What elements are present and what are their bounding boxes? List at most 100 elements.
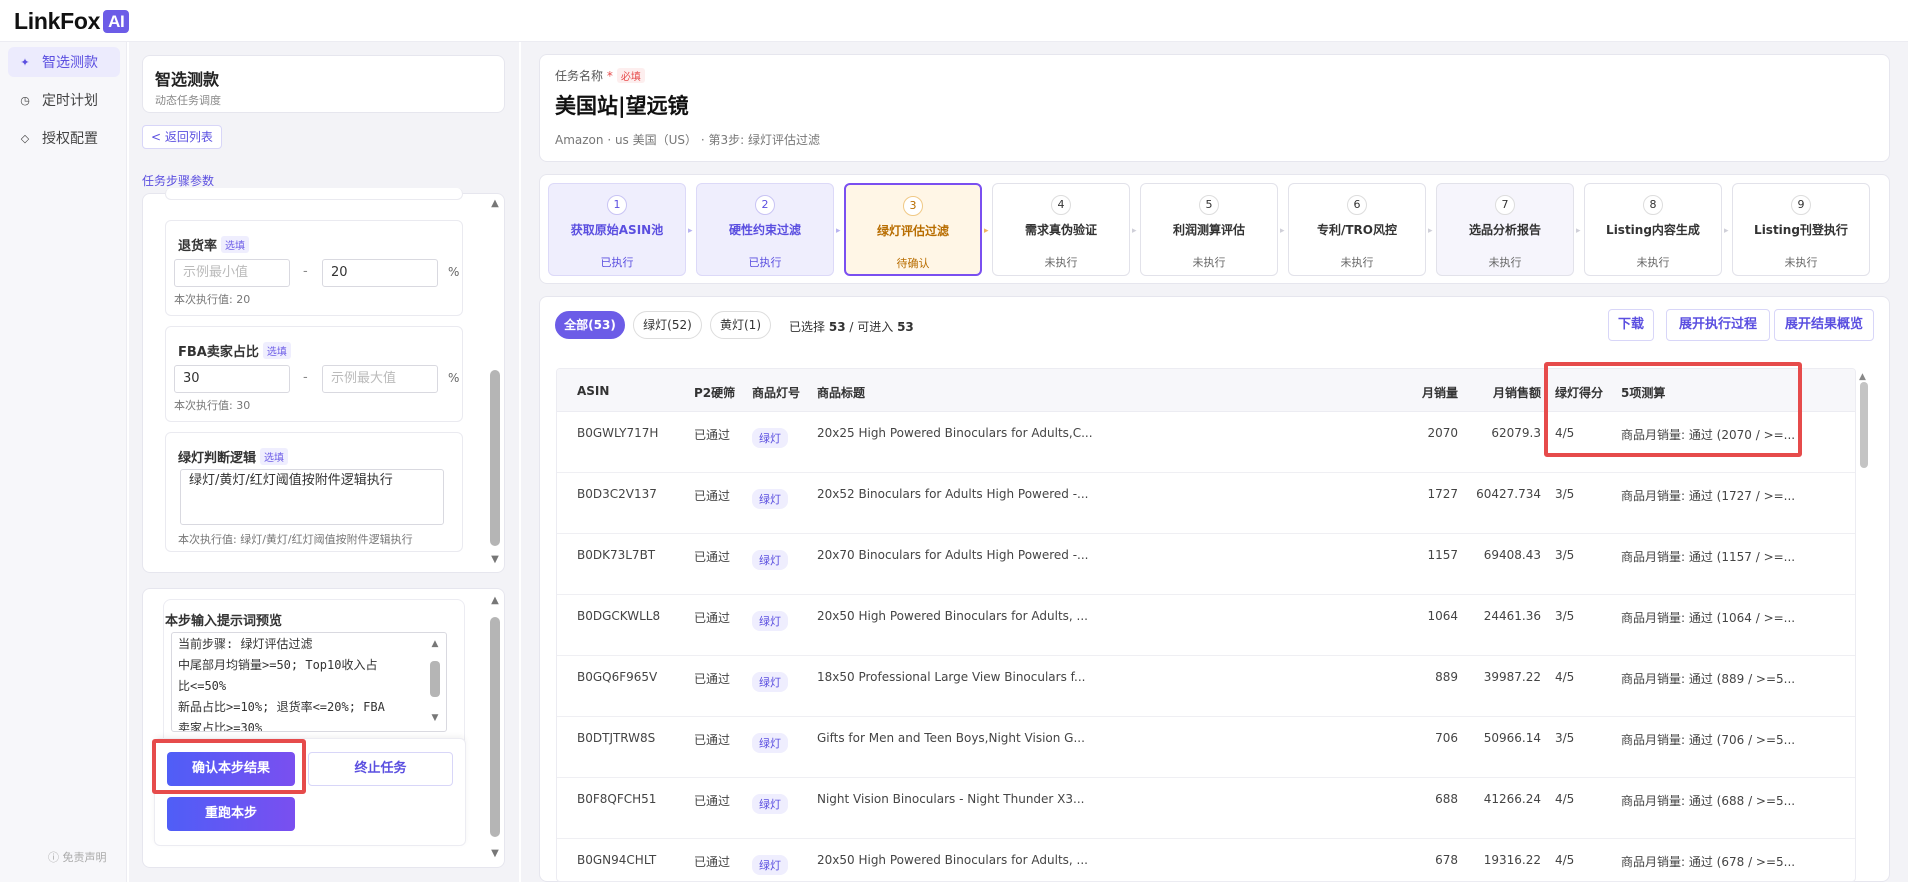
step-name: 选品分析报告: [1468, 223, 1541, 237]
cell-p2: 已通过: [694, 733, 731, 747]
nav-item-schedule[interactable]: ◷ 定时计划: [8, 85, 120, 115]
param-name: 退货率 选填: [178, 235, 250, 254]
table-row[interactable]: B0D3C2V137 已通过 绿灯 20x52 Binoculars for Adul…: [557, 473, 1855, 534]
expand-process-button[interactable]: 展开执行过程: [1666, 309, 1770, 341]
table-row[interactable]: B0GN94CHLT 已通过 绿灯 20x50 High Powered Binocu…: [557, 839, 1855, 881]
step-4[interactable]: 4 需求真伪验证 未执行: [992, 183, 1130, 276]
table-scroll-up-arrow[interactable]: ▲: [1859, 372, 1866, 382]
params-scrollbar-thumb[interactable]: [490, 370, 500, 546]
col-light[interactable]: 商品灯号: [752, 384, 800, 401]
optional-tag: 选填: [221, 236, 250, 253]
cell-p2: 已通过: [694, 855, 731, 869]
scroll-down-arrow[interactable]: ▼: [428, 713, 442, 723]
prompt-line: 比<=50%: [178, 679, 227, 693]
prompt-box-scrollbar-thumb[interactable]: [490, 617, 500, 837]
return-rate-max-input[interactable]: 20: [322, 259, 438, 287]
cell-revenue: 24461.36: [1483, 609, 1541, 623]
left-nav: ✦ 智选测款 ◷ 定时计划 ◇ 授权配置: [0, 42, 127, 882]
scroll-up-arrow[interactable]: ▲: [428, 639, 442, 649]
step-name: 专利/TRO风控: [1316, 223, 1397, 237]
step-status: 未执行: [1784, 256, 1818, 269]
step-7[interactable]: 7 选品分析报告 未执行: [1436, 183, 1574, 276]
step-6[interactable]: 6 专利/TRO风控 未执行: [1288, 183, 1426, 276]
download-button[interactable]: 下载: [1608, 309, 1654, 341]
task-name-label: 任务名称 * 必填: [555, 67, 645, 84]
table-row[interactable]: B0DK73L7BT 已通过 绿灯 20x70 Binoculars for Adul…: [557, 534, 1855, 595]
step-name: 硬性约束过滤: [728, 223, 801, 237]
param-light-logic: 绿灯判断逻辑 选填 绿灯/黄灯/红灯阈值按附件逻辑执行 本次执行值: 绿灯/黄灯/…: [165, 432, 463, 552]
scroll-down-arrow[interactable]: ▼: [488, 554, 502, 565]
step-arrow-icon: ▸: [836, 226, 841, 236]
nav-item-smart-select[interactable]: ✦ 智选测款: [8, 47, 120, 77]
optional-tag: 选填: [260, 448, 289, 465]
step-status: 已执行: [600, 256, 634, 269]
disclaimer-link[interactable]: ⓘ 免责声明: [48, 849, 107, 865]
cell-revenue: 41266.24: [1483, 792, 1541, 806]
step-status: 未执行: [1488, 256, 1522, 269]
light-logic-textarea[interactable]: 绿灯/黄灯/红灯阈值按附件逻辑执行: [180, 469, 444, 525]
cell-title: 20x50 High Powered Binoculars for Adults…: [817, 609, 1088, 623]
prompt-title: 本步输入提示词预览: [165, 614, 283, 629]
fba-max-input[interactable]: 示例最大值: [322, 365, 438, 393]
table-row[interactable]: B0DTJTRW8S 已通过 绿灯 Gifts for Men and Teen Bo…: [557, 717, 1855, 778]
table-row[interactable]: B0GQ6F965V 已通过 绿灯 18x50 Professional Large …: [557, 656, 1855, 717]
step-number: 3: [903, 196, 923, 216]
cell-revenue: 50966.14: [1483, 731, 1541, 745]
col-monthly-revenue[interactable]: 月销售额: [1477, 384, 1541, 401]
step-9[interactable]: 9 Listing刊登执行 未执行: [1732, 183, 1870, 276]
step-arrow-icon: ▸: [1280, 226, 1285, 236]
step-number: 1: [607, 195, 627, 215]
fba-min-input[interactable]: 30: [174, 365, 290, 393]
cell-asin: B0GWLY717H: [577, 426, 659, 440]
return-rate-min-input[interactable]: 示例最小值: [174, 259, 290, 287]
panel-subtitle: 动态任务调度: [155, 94, 221, 107]
prompt-textarea[interactable]: 当前步骤: 绿灯评估过滤 中尾部月均销量>=50; Top10收入占 比<=50…: [171, 632, 447, 732]
expand-result-button[interactable]: 展开结果概览: [1774, 309, 1874, 341]
filter-yellow-pill[interactable]: 黄灯(1): [710, 311, 771, 339]
step-number: 9: [1791, 195, 1811, 215]
step-name: Listing刊登执行: [1754, 223, 1848, 237]
col-monthly-sales[interactable]: 月销量: [1408, 384, 1458, 401]
range-dash: -: [303, 370, 308, 385]
step-number: 5: [1199, 195, 1219, 215]
step-arrow-icon: ▸: [1576, 226, 1581, 236]
nav-item-auth[interactable]: ◇ 授权配置: [8, 123, 120, 153]
cell-p2: 已通过: [694, 794, 731, 808]
cell-title: Gifts for Men and Teen Boys,Night Vision…: [817, 731, 1085, 745]
step-3[interactable]: 3 绿灯评估过滤 待确认: [844, 183, 982, 276]
rerun-step-button[interactable]: 重跑本步: [167, 797, 295, 831]
table-scrollbar[interactable]: [1860, 382, 1868, 468]
step-status: 待确认: [896, 257, 930, 270]
col-asin[interactable]: ASIN: [577, 384, 609, 398]
unit-percent: %: [448, 265, 460, 279]
step-1[interactable]: 1 获取原始ASIN池 已执行: [548, 183, 686, 276]
step-status: 未执行: [1636, 256, 1670, 269]
step-8[interactable]: 8 Listing内容生成 未执行: [1584, 183, 1722, 276]
terminate-task-button[interactable]: 终止任务: [308, 752, 453, 786]
step-2[interactable]: 2 硬性约束过滤 已执行: [696, 183, 834, 276]
cell-score: 3/5: [1555, 487, 1575, 501]
app-logo[interactable]: LinkFox AI: [14, 8, 130, 35]
back-to-list-button[interactable]: < 返回列表: [142, 125, 222, 149]
step-name: 需求真伪验证: [1024, 223, 1097, 237]
cell-score: 3/5: [1555, 731, 1575, 745]
scroll-up-arrow[interactable]: ▲: [488, 595, 502, 606]
cell-revenue: 39987.22: [1483, 670, 1541, 684]
step-number: 6: [1347, 195, 1367, 215]
scroll-up-arrow[interactable]: ▲: [488, 198, 502, 209]
cell-score: 3/5: [1555, 609, 1575, 623]
cell-score: 4/5: [1555, 670, 1575, 684]
col-title[interactable]: 商品标题: [817, 384, 865, 401]
table-row[interactable]: B0DGCKWLL8 已通过 绿灯 20x50 High Powered Binocu…: [557, 595, 1855, 656]
params-box: 退货率 选填 示例最小值 - 20 % 本次执行值: 20 FBA卖家占比 选填 3…: [142, 188, 505, 573]
scroll-down-arrow[interactable]: ▼: [488, 848, 502, 859]
logo-text: LinkFox: [14, 8, 101, 34]
cell-p2: 已通过: [694, 489, 731, 503]
table-row[interactable]: B0F8QFCH51 已通过 绿灯 Night Vision Binoculars -…: [557, 778, 1855, 839]
col-p2[interactable]: P2硬筛: [694, 384, 735, 401]
filter-green-pill[interactable]: 绿灯(52): [633, 311, 702, 339]
cell-p2: 已通过: [694, 428, 731, 442]
filter-all-pill[interactable]: 全部(53): [555, 311, 625, 339]
prompt-scrollbar-thumb[interactable]: [430, 661, 440, 697]
step-5[interactable]: 5 利润测算评估 未执行: [1140, 183, 1278, 276]
